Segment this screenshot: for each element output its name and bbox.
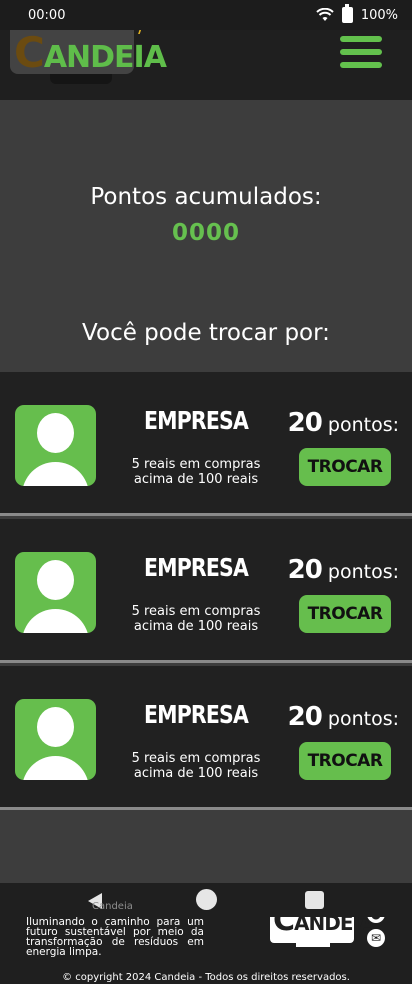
trade-button[interactable]: TROCAR bbox=[299, 742, 391, 780]
battery-icon bbox=[341, 4, 353, 23]
menu-icon[interactable] bbox=[340, 36, 382, 68]
company-name: EMPRESA bbox=[143, 406, 249, 435]
system-navigation-bar: Candeia bbox=[0, 883, 412, 917]
offer-description: 5 reais em compras acima de 100 reais bbox=[131, 457, 261, 487]
status-time: 00:00 bbox=[28, 7, 66, 23]
home-icon[interactable] bbox=[196, 889, 217, 910]
offer-points: 20 pontos: bbox=[287, 702, 399, 732]
offer-points: 20 pontos: bbox=[287, 408, 399, 438]
offer-points: 20 pontos: bbox=[287, 555, 399, 585]
offer-card: EMPRESA 5 reais em compras acima de 100 … bbox=[0, 666, 412, 810]
page-footer: Iluminando o caminho para um futuro sust… bbox=[0, 903, 412, 984]
copyright-text: © copyright 2024 Candeia - Todos os dire… bbox=[62, 972, 350, 983]
offers-list: EMPRESA 5 reais em compras acima de 100 … bbox=[0, 372, 412, 813]
user-icon bbox=[15, 405, 96, 486]
status-bar: 00:00 100% bbox=[0, 0, 412, 30]
offer-description: 5 reais em compras acima de 100 reais bbox=[131, 604, 261, 634]
mail-icon[interactable]: ✉ bbox=[367, 929, 385, 947]
logo-monitor-stand bbox=[50, 74, 112, 84]
offer-description: 5 reais em compras acima de 100 reais bbox=[131, 751, 261, 781]
recent-apps-icon[interactable] bbox=[305, 891, 324, 909]
user-icon bbox=[15, 699, 96, 780]
footer-tagline: Iluminando o caminho para um futuro sust… bbox=[26, 916, 204, 958]
points-label: Pontos acumulados: bbox=[90, 184, 322, 210]
trade-title: Você pode trocar por: bbox=[82, 320, 330, 346]
offer-card: EMPRESA 5 reais em compras acima de 100 … bbox=[0, 372, 412, 516]
app-page: 00:00 100% CANDEIA ϟ Pontos acumulados: … bbox=[0, 0, 412, 984]
trade-button[interactable]: TROCAR bbox=[299, 448, 391, 486]
company-name: EMPRESA bbox=[143, 700, 249, 729]
footer-brand-label: Candeia bbox=[92, 901, 133, 912]
app-header: CANDEIA ϟ bbox=[0, 18, 412, 100]
points-value: 0000 bbox=[171, 220, 240, 246]
wifi-icon bbox=[316, 8, 334, 21]
user-icon bbox=[15, 552, 96, 633]
offer-card: EMPRESA 5 reais em compras acima de 100 … bbox=[0, 519, 412, 663]
trade-button[interactable]: TROCAR bbox=[299, 595, 391, 633]
battery-percent: 100% bbox=[360, 7, 398, 23]
company-name: EMPRESA bbox=[143, 553, 249, 582]
status-icons: 100% bbox=[316, 4, 398, 23]
